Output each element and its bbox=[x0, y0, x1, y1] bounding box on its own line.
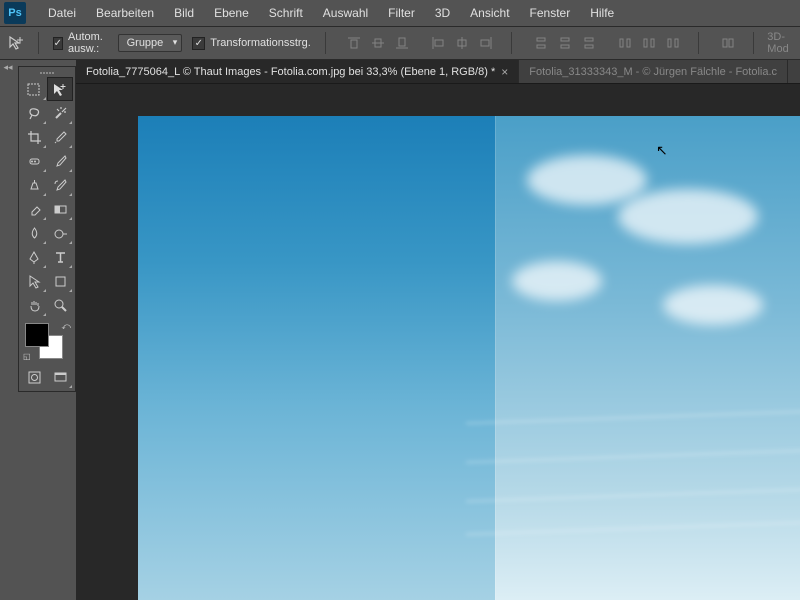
auto-select-checkbox[interactable]: ✓ bbox=[53, 37, 63, 50]
align-bottom-icon[interactable] bbox=[391, 33, 413, 53]
hand-tool[interactable] bbox=[21, 293, 47, 317]
path-selection-tool[interactable] bbox=[21, 269, 47, 293]
default-colors-icon[interactable]: ◱ bbox=[23, 352, 31, 361]
document-area: Fotolia_7775064_L © Thaut Images - Fotol… bbox=[76, 60, 800, 600]
align-left-icon[interactable] bbox=[427, 33, 449, 53]
separator bbox=[325, 32, 326, 54]
document-tab-inactive[interactable]: Fotolia_31333343_M - © Jürgen Fälchle - … bbox=[519, 60, 788, 83]
eyedropper-tool[interactable] bbox=[47, 125, 73, 149]
document-tab-bar: Fotolia_7775064_L © Thaut Images - Fotol… bbox=[76, 60, 800, 84]
align-group-2 bbox=[427, 33, 497, 53]
distribute-group-1 bbox=[530, 33, 600, 53]
separator bbox=[38, 32, 39, 54]
menu-view[interactable]: Ansicht bbox=[460, 2, 519, 24]
menu-window[interactable]: Fenster bbox=[520, 2, 581, 24]
dodge-tool[interactable] bbox=[47, 221, 73, 245]
gradient-tool[interactable] bbox=[47, 197, 73, 221]
pen-tool[interactable] bbox=[21, 245, 47, 269]
auto-align-icon[interactable] bbox=[717, 33, 739, 53]
document-tab-active[interactable]: Fotolia_7775064_L © Thaut Images - Fotol… bbox=[76, 60, 519, 83]
mode-3d-label[interactable]: 3D-Mod bbox=[767, 31, 792, 55]
align-top-icon[interactable] bbox=[343, 33, 365, 53]
transform-label: Transformationsstrg. bbox=[210, 37, 310, 49]
marquee-tool[interactable] bbox=[21, 77, 47, 101]
align-hcenter-icon[interactable] bbox=[451, 33, 473, 53]
shape-tool[interactable] bbox=[47, 269, 73, 293]
distribute-hcenter-icon[interactable] bbox=[638, 33, 660, 53]
distribute-group-2 bbox=[614, 33, 684, 53]
menu-3d[interactable]: 3D bbox=[425, 2, 460, 24]
tab-label: Fotolia_31333343_M - © Jürgen Fälchle - … bbox=[529, 66, 777, 78]
eraser-tool[interactable] bbox=[21, 197, 47, 221]
foreground-color[interactable] bbox=[25, 323, 49, 347]
distribute-top-icon[interactable] bbox=[530, 33, 552, 53]
group-dropdown[interactable]: Gruppe bbox=[118, 34, 183, 52]
blur-tool[interactable] bbox=[21, 221, 47, 245]
clouds-layer bbox=[495, 116, 800, 600]
separator bbox=[511, 32, 512, 54]
zoom-tool[interactable] bbox=[47, 293, 73, 317]
distribute-vcenter-icon[interactable] bbox=[554, 33, 576, 53]
panel-collapse-strip: ◂◂ bbox=[0, 60, 16, 600]
menu-layer[interactable]: Ebene bbox=[204, 2, 259, 24]
options-bar: ✓ Autom. ausw.: Gruppe ✓ Transformations… bbox=[0, 26, 800, 60]
distribute-right-icon[interactable] bbox=[662, 33, 684, 53]
menu-file[interactable]: Datei bbox=[38, 2, 86, 24]
menu-type[interactable]: Schrift bbox=[259, 2, 313, 24]
menu-help[interactable]: Hilfe bbox=[580, 2, 624, 24]
tab-label: Fotolia_7775064_L © Thaut Images - Fotol… bbox=[86, 66, 495, 78]
menu-select[interactable]: Auswahl bbox=[313, 2, 378, 24]
align-right-icon[interactable] bbox=[475, 33, 497, 53]
current-tool-icon[interactable] bbox=[8, 32, 24, 54]
sky-image bbox=[138, 116, 800, 600]
screen-mode-tool[interactable] bbox=[47, 365, 73, 389]
align-vcenter-icon[interactable] bbox=[367, 33, 389, 53]
close-icon[interactable]: × bbox=[501, 65, 508, 79]
clone-stamp-tool[interactable] bbox=[21, 173, 47, 197]
separator bbox=[698, 32, 699, 54]
auto-select-option[interactable]: ✓ Autom. ausw.: bbox=[53, 31, 108, 55]
distribute-left-icon[interactable] bbox=[614, 33, 636, 53]
move-tool[interactable] bbox=[47, 77, 73, 101]
separator bbox=[753, 32, 754, 54]
canvas[interactable] bbox=[138, 116, 800, 600]
menu-bar: Ps Datei Bearbeiten Bild Ebene Schrift A… bbox=[0, 0, 800, 26]
lasso-tool[interactable] bbox=[21, 101, 47, 125]
toolbox-grip[interactable] bbox=[21, 69, 73, 77]
auto-align-group bbox=[717, 33, 739, 53]
auto-select-label: Autom. ausw.: bbox=[68, 31, 108, 55]
swap-colors-icon[interactable]: ⤺ bbox=[61, 321, 71, 332]
transform-checkbox[interactable]: ✓ bbox=[192, 37, 205, 50]
distribute-bottom-icon[interactable] bbox=[578, 33, 600, 53]
menu-edit[interactable]: Bearbeiten bbox=[86, 2, 164, 24]
healing-brush-tool[interactable] bbox=[21, 149, 47, 173]
crop-tool[interactable] bbox=[21, 125, 47, 149]
quick-mask-tool[interactable] bbox=[21, 365, 47, 389]
brush-tool[interactable] bbox=[47, 149, 73, 173]
menu-image[interactable]: Bild bbox=[164, 2, 204, 24]
history-brush-tool[interactable] bbox=[47, 173, 73, 197]
menu-filter[interactable]: Filter bbox=[378, 2, 425, 24]
app-logo: Ps bbox=[4, 2, 26, 24]
color-swatches: ⤺ ◱ bbox=[21, 321, 75, 361]
magic-wand-tool[interactable] bbox=[47, 101, 73, 125]
collapse-arrows-icon[interactable]: ◂◂ bbox=[3, 62, 12, 73]
align-group-1 bbox=[343, 33, 413, 53]
transform-controls-option[interactable]: ✓ Transformationsstrg. bbox=[192, 37, 310, 50]
toolbox: ⤺ ◱ bbox=[18, 66, 76, 392]
type-tool[interactable] bbox=[47, 245, 73, 269]
